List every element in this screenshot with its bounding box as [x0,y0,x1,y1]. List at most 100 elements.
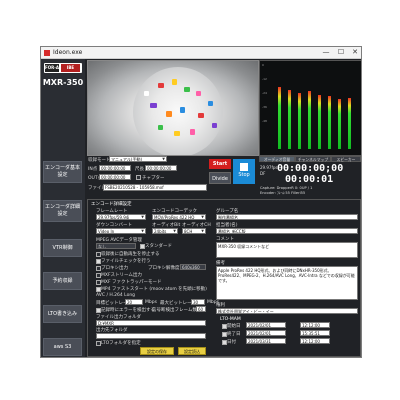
ticks-label: 信号断検出フレーム数 [152,308,197,313]
audio-level-bar [308,91,311,149]
sidebar-item-label: 予約収録 [52,277,73,284]
memo-textarea[interactable]: Apple ProRes 422 HQ形式、および同時にDNxHR-350形式、… [216,266,358,300]
start-button[interactable]: Start [209,159,231,169]
audio-level-bar [288,90,291,149]
max-bitrate-input[interactable]: 30 [191,299,205,305]
candy-shape [144,91,149,96]
df-label: DF [260,171,266,176]
wrapper-label: MXF ファクトラッパーモード [101,280,162,285]
chevron-down-icon: ▼ [141,229,144,233]
model-name: MXR-350 [42,78,84,87]
chapter-checkbox[interactable] [136,175,141,180]
file-folder-input[interactable]: D:¥MXR [96,320,206,326]
person-input[interactable]: 番組名_新CC版 [216,228,358,234]
candy-shape [158,83,164,88]
proxy-res-label: プロキシ解像度 [148,266,180,271]
frame-rate-select[interactable]: 29.97fps/59.94i ▼ [96,214,146,220]
filename-input[interactable]: FSBE20210528 - 105958.mxf [103,184,207,191]
audio-level-bar [318,95,321,149]
elapsed-display: 00:00:01 [285,174,334,185]
save-settings-button[interactable]: 設定の保存 [140,347,174,355]
standard-label: スタンダード [145,244,172,249]
stop-label: Stop [238,172,250,178]
app-icon [44,50,50,56]
minimize-button[interactable]: — [319,48,333,57]
schedule-time-input[interactable]: 15:35:51 [300,330,330,336]
close-button[interactable]: ✕ [348,48,361,57]
sidebar-item-encoder-detail[interactable]: エンコーダ詳細 設定 [43,200,82,222]
tab-audio-level[interactable]: オーディオ音量 [259,156,295,162]
app-window: Ideon.exe — ☐ ✕ FOR-A IBE MXR-350 エンコーダ基… [40,46,362,358]
schedule-row-label: 終了日 [227,332,241,337]
sidebar-item-vtr[interactable]: VTR制御 [43,239,82,257]
candy-shape [198,113,204,118]
schedule-date-input[interactable]: 2021/02/01 [246,330,286,336]
load-settings-button[interactable]: 設定読込 [178,347,206,355]
stop-icon [240,163,248,171]
sidebar-item-lto[interactable]: LTO書き込み [43,305,82,323]
downconvert-select[interactable]: Video In ▼ [96,228,146,234]
audio-level-bar [328,96,331,149]
divide-button[interactable]: Divide [209,172,231,184]
candy-shape [208,101,213,106]
sidebar-item-label: VTR制御 [52,244,73,251]
record-mode-label: 収録モード [88,158,111,163]
comment-textarea[interactable]: MXR-350 収録コメントなど [216,242,358,258]
preview-bowl [133,67,223,155]
chevron-down-icon: ▼ [141,215,144,219]
sidebar-item-schedule[interactable]: 予約収録 [43,272,82,290]
tab-channel-map[interactable]: チャンネルマップ [295,156,331,162]
candy-shape [174,131,180,136]
audio-ch-select[interactable]: 8CH ▼ [182,228,206,234]
proxy-res-select[interactable]: 640x360 [180,264,206,270]
title-bar: Ideon.exe — ☐ ✕ [41,47,361,59]
sidebar-item-label: エンコーダ詳細 [44,204,80,210]
encoder-status: Encoder: ﾌﾚｰﾑ:55 Fillerl55 [260,191,306,195]
sidebar-item-label: 設定 [57,211,68,217]
codec-select[interactable]: MOV/ProRes 422 HQ ▼ [152,214,206,220]
schedule-time-input[interactable]: 12:12:00 [300,338,330,344]
audio-level-bar [348,98,351,149]
candy-shape [166,111,172,117]
mxf-label: MXFストリーム出力 [101,273,142,278]
target-bitrate-input[interactable]: 20 [125,299,143,305]
schedule-date-input[interactable]: 2021/02/01 [246,322,286,328]
maximize-button[interactable]: ☐ [334,48,348,57]
codec-value: MOV/ProRes 422 HQ [154,215,195,220]
frame-rate-value: 29.97fps/59.94i [98,215,130,220]
monitor-tabs: オーディオ音量 チャンネルマップ スピーカー [259,156,361,162]
owner-input[interactable]: 株式会社朋栄アイ・ビー・イー [216,308,358,314]
mp4-label: MP4 ファストスタート (moov atom を先頭に移動) [101,287,207,292]
audio-bit-select[interactable]: 24bits ▼ [152,228,178,234]
file-check-label: ファイルチェックを行う [101,259,151,264]
group-input[interactable]: 制作番組名 [216,214,358,220]
capture-status: Capture: DropperR 0: 0UP / 1 [260,186,313,190]
candy-shape [184,87,190,92]
meter-scale: 0 -12 -24 -36 -48 [262,63,267,123]
section-title: エンコード詳細設定 [91,202,132,207]
sidebar-item-encoder-basic[interactable]: エンコーダ基本 設定 [43,161,82,183]
logo-ibe: IBE [61,64,80,72]
duration-label: 尺長 [135,167,144,172]
mpeg-select[interactable]: なし [96,243,136,249]
audio-level-bar [298,93,301,149]
schedule-title: LTO-MAM [220,317,241,322]
output-folder-input[interactable] [96,333,206,339]
schedule-time-input[interactable]: 12:12:00 [300,322,330,328]
sidebar-item-aws[interactable]: aws S3 [43,338,82,356]
tab-speaker[interactable]: スピーカー [331,156,361,162]
sidebar-item-label: エンコーダ基本 [44,165,80,171]
out-point-input[interactable]: 00:00:00;00 [99,174,131,180]
schedule-date-input[interactable]: 2021/03/31 [246,338,286,344]
duration-input[interactable]: 00:00:00;00 [145,165,177,171]
stop-button[interactable]: Stop [233,159,255,184]
timecode-display: 00:00:00;00 [277,163,344,174]
chevron-down-icon: ▼ [162,157,165,161]
record-mode-select[interactable]: マニュアル(手動) ▼ [109,156,167,162]
in-point-input[interactable]: 00:00:00;00 [99,165,131,171]
window-title: Ideon.exe [53,49,83,56]
sidebar: FOR-A IBE MXR-350 エンコーダ基本 設定 エンコーダ詳細 設定 VT… [41,59,85,357]
lto-folder-label: LTOフォルダを指定 [101,341,141,346]
error-detect-label: 記録時にエラーを検出する [101,308,155,313]
ticks-input[interactable]: 60 [196,306,206,312]
